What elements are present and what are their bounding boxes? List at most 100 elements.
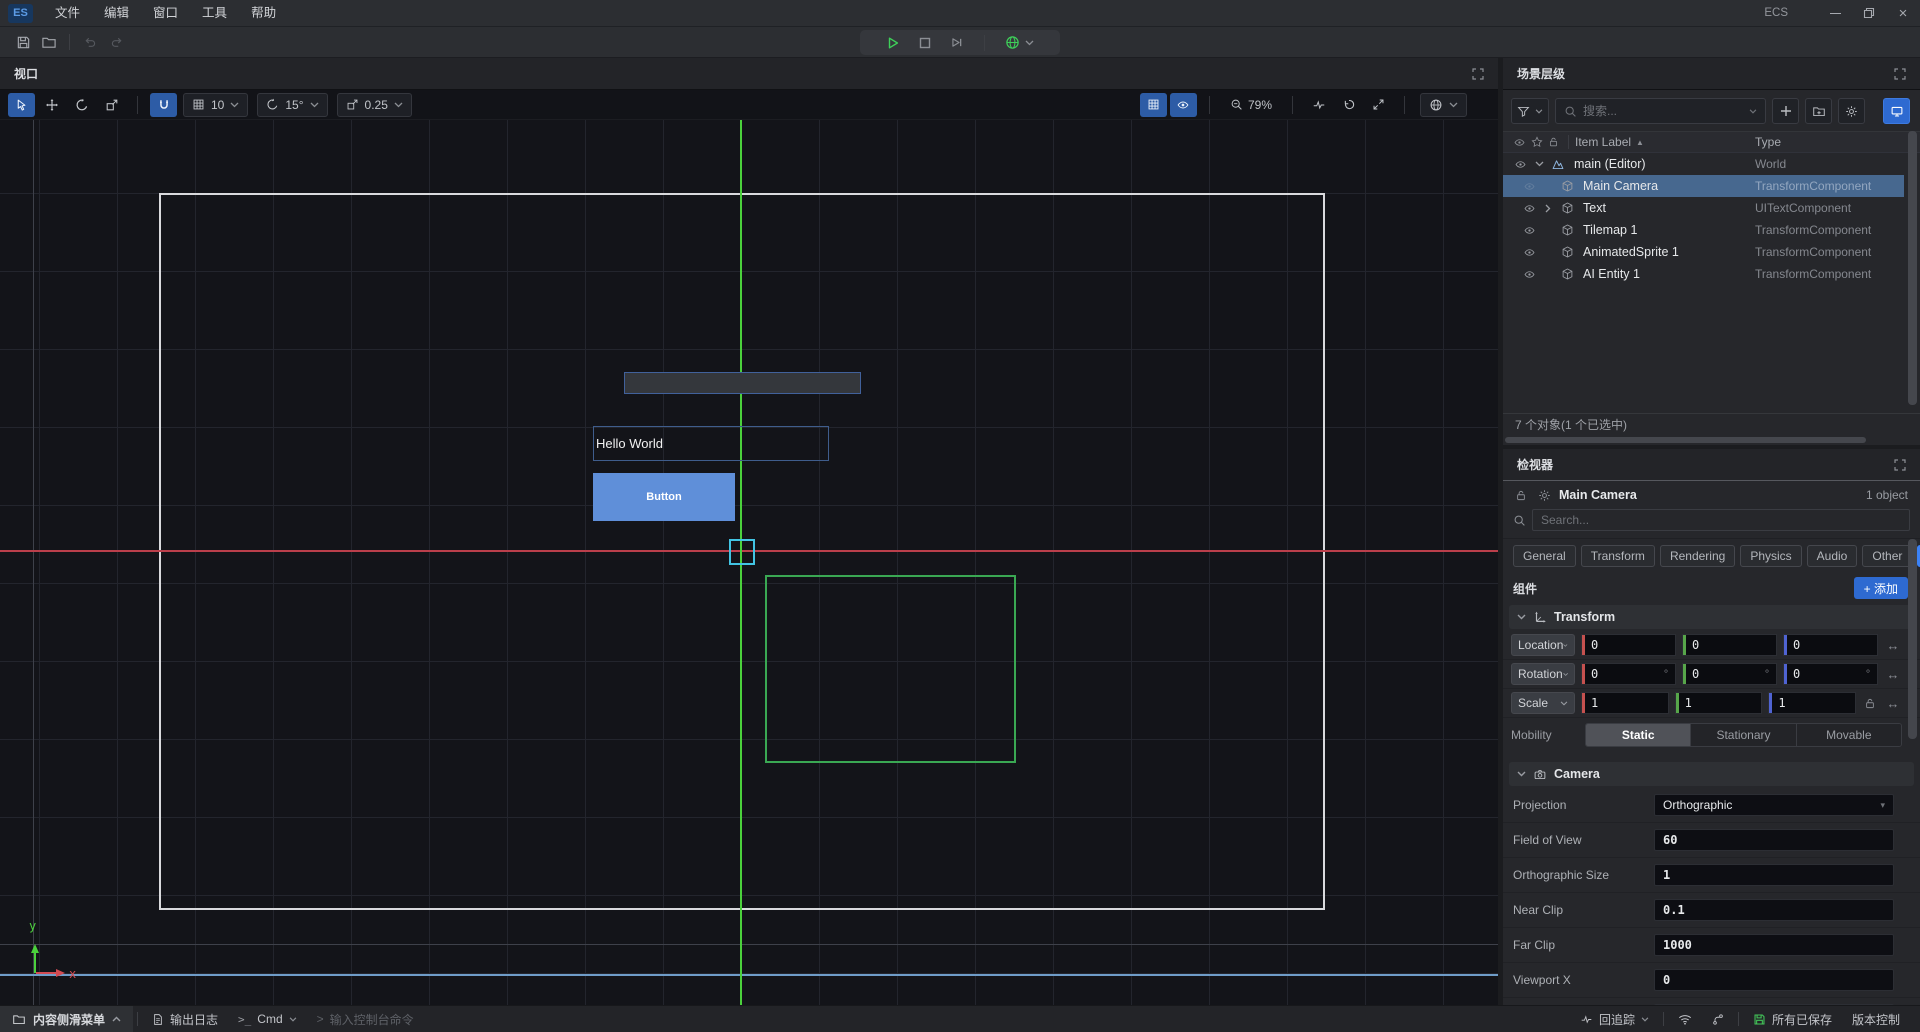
network-status-button[interactable] — [1668, 1014, 1702, 1025]
minimize-button[interactable] — [1818, 0, 1852, 26]
column-item-label[interactable]: Item Label ▲ — [1575, 135, 1644, 149]
gizmo-visibility-button[interactable] — [1170, 93, 1197, 117]
scale-y-field[interactable]: 1 — [1675, 692, 1763, 714]
link-axes-icon[interactable]: ↔ — [1884, 696, 1902, 711]
tab-physics[interactable]: Physics — [1740, 545, 1801, 567]
orthographic-size-field[interactable]: 1 — [1654, 864, 1894, 886]
field-of-view-field[interactable]: 60 — [1654, 829, 1894, 851]
close-button[interactable]: × — [1886, 0, 1920, 26]
link-axes-icon[interactable]: ↔ — [1884, 638, 1902, 653]
collider-rect-object[interactable] — [765, 575, 1016, 763]
rotate-tool-button[interactable] — [68, 93, 95, 117]
fullscreen-button[interactable] — [1365, 93, 1392, 117]
hierarchy-search-box[interactable] — [1555, 98, 1766, 124]
add-entity-button[interactable] — [1772, 98, 1799, 124]
favorite-column-icon[interactable] — [1528, 136, 1545, 148]
near-clip-field[interactable]: 0.1 — [1654, 899, 1894, 921]
scale-x-field[interactable]: 1 — [1581, 692, 1669, 714]
visibility-toggle-eye-icon[interactable] — [1518, 225, 1540, 236]
grid-visibility-button[interactable] — [1140, 93, 1167, 117]
button-object[interactable]: Button — [593, 473, 735, 521]
grid-snap-dropdown[interactable]: 10 — [183, 93, 248, 117]
inspector-search-input[interactable] — [1541, 513, 1901, 527]
inspector-scrollbar[interactable] — [1908, 539, 1917, 739]
rotation-mode-dropdown[interactable]: Rotation — [1511, 663, 1575, 685]
selection-handle[interactable] — [729, 539, 755, 565]
hierarchy-search-input[interactable] — [1583, 104, 1743, 118]
scrollbar-handle[interactable] — [1908, 131, 1917, 405]
rotation-y-field[interactable]: 0° — [1682, 663, 1777, 685]
hierarchy-row[interactable]: Tilemap 1TransformComponent — [1503, 219, 1904, 241]
link-axes-icon[interactable]: ↔ — [1884, 667, 1902, 682]
visibility-toggle-eye-icon[interactable] — [1518, 203, 1540, 214]
expander-right-icon[interactable] — [1540, 204, 1556, 213]
location-x-field[interactable]: 0 — [1581, 634, 1676, 656]
hierarchy-row[interactable]: AnimatedSprite 1TransformComponent — [1503, 241, 1904, 263]
tab-other[interactable]: Other — [1862, 545, 1912, 567]
visibility-toggle-eye-icon[interactable] — [1509, 159, 1531, 170]
far-clip-field[interactable]: 1000 — [1654, 934, 1894, 956]
projection-dropdown[interactable]: Orthographic▾ — [1654, 794, 1894, 816]
step-button[interactable] — [945, 32, 969, 54]
move-tool-button[interactable] — [38, 93, 65, 117]
menu-item-帮助[interactable]: 帮助 — [239, 0, 288, 26]
run-target-button[interactable] — [1000, 32, 1040, 54]
inspector-expand-button[interactable] — [1894, 459, 1906, 471]
menu-item-编辑[interactable]: 编辑 — [92, 0, 141, 26]
viewport-expand-button[interactable] — [1472, 68, 1484, 80]
version-control-button[interactable]: 版本控制 — [1842, 1011, 1910, 1028]
scale-snap-dropdown[interactable]: 0.25 — [337, 93, 412, 117]
tab-transform[interactable]: Transform — [1581, 545, 1655, 567]
hierarchy-row[interactable]: AI Entity 1TransformComponent — [1503, 263, 1904, 285]
stats-button[interactable] — [1305, 93, 1332, 117]
tab-audio[interactable]: Audio — [1807, 545, 1858, 567]
save-button[interactable] — [10, 31, 36, 53]
hierarchy-row[interactable]: Main CameraTransformComponent — [1503, 175, 1904, 197]
output-log-button[interactable]: 输出日志 — [142, 1011, 228, 1028]
play-button[interactable] — [881, 32, 905, 54]
mobility-option-movable[interactable]: Movable — [1797, 724, 1901, 746]
visibility-column-icon[interactable] — [1511, 137, 1528, 148]
mobility-option-stationary[interactable]: Stationary — [1691, 724, 1796, 746]
filter-dropdown-button[interactable] — [1511, 98, 1549, 124]
hierarchy-horizontal-scrollbar[interactable] — [1503, 435, 1920, 445]
camera-section-header[interactable]: Camera — [1509, 762, 1914, 786]
lock-column-icon[interactable] — [1545, 136, 1562, 148]
runtime-view-button[interactable] — [1883, 98, 1910, 124]
snap-toggle-button[interactable] — [150, 93, 177, 117]
hierarchy-row[interactable]: TextUITextComponent — [1503, 197, 1904, 219]
scene-canvas[interactable]: Hello World Button y x — [0, 120, 1498, 1005]
location-z-field[interactable]: 0 — [1783, 634, 1878, 656]
undo-button[interactable] — [77, 31, 103, 53]
transform-section-header[interactable]: Transform — [1509, 605, 1914, 629]
viewport-x-field[interactable]: 0 — [1654, 969, 1894, 991]
menu-item-工具[interactable]: 工具 — [190, 0, 239, 26]
new-folder-button[interactable] — [1805, 98, 1832, 124]
text-object[interactable]: Hello World — [593, 426, 829, 461]
scale-lock-icon[interactable] — [1862, 697, 1878, 710]
redo-button[interactable] — [103, 31, 129, 53]
inspector-search-box[interactable] — [1532, 509, 1910, 531]
hierarchy-row[interactable]: main (Editor)World — [1503, 153, 1904, 175]
content-drawer-tab[interactable]: 内容侧滑菜单 — [0, 1006, 133, 1032]
mobility-option-static[interactable]: Static — [1586, 724, 1691, 746]
trace-dropdown[interactable]: 回追踪 — [1570, 1011, 1659, 1028]
hierarchy-settings-button[interactable] — [1838, 98, 1865, 124]
zoom-indicator[interactable]: 79% — [1230, 98, 1272, 112]
select-tool-button[interactable] — [8, 93, 35, 117]
rotation-snap-dropdown[interactable]: 15° — [257, 93, 327, 117]
visibility-toggle-eye-icon[interactable] — [1518, 247, 1540, 258]
maximize-button[interactable] — [1852, 0, 1886, 26]
menu-item-文件[interactable]: 文件 — [43, 0, 92, 26]
visibility-toggle-eye-icon[interactable] — [1518, 181, 1540, 192]
hierarchy-vertical-scrollbar[interactable] — [1908, 131, 1917, 411]
location-mode-dropdown[interactable]: Location — [1511, 634, 1575, 656]
scale-mode-dropdown[interactable]: Scale — [1511, 692, 1575, 714]
viewport-y-field[interactable]: 0 — [1654, 1004, 1894, 1005]
expander-down-icon[interactable] — [1531, 161, 1547, 167]
open-folder-button[interactable] — [36, 31, 62, 53]
scrollbar-handle[interactable] — [1505, 437, 1866, 443]
reset-view-button[interactable] — [1335, 93, 1362, 117]
rotation-z-field[interactable]: 0° — [1783, 663, 1878, 685]
add-component-button[interactable]: + 添加 — [1854, 577, 1908, 599]
